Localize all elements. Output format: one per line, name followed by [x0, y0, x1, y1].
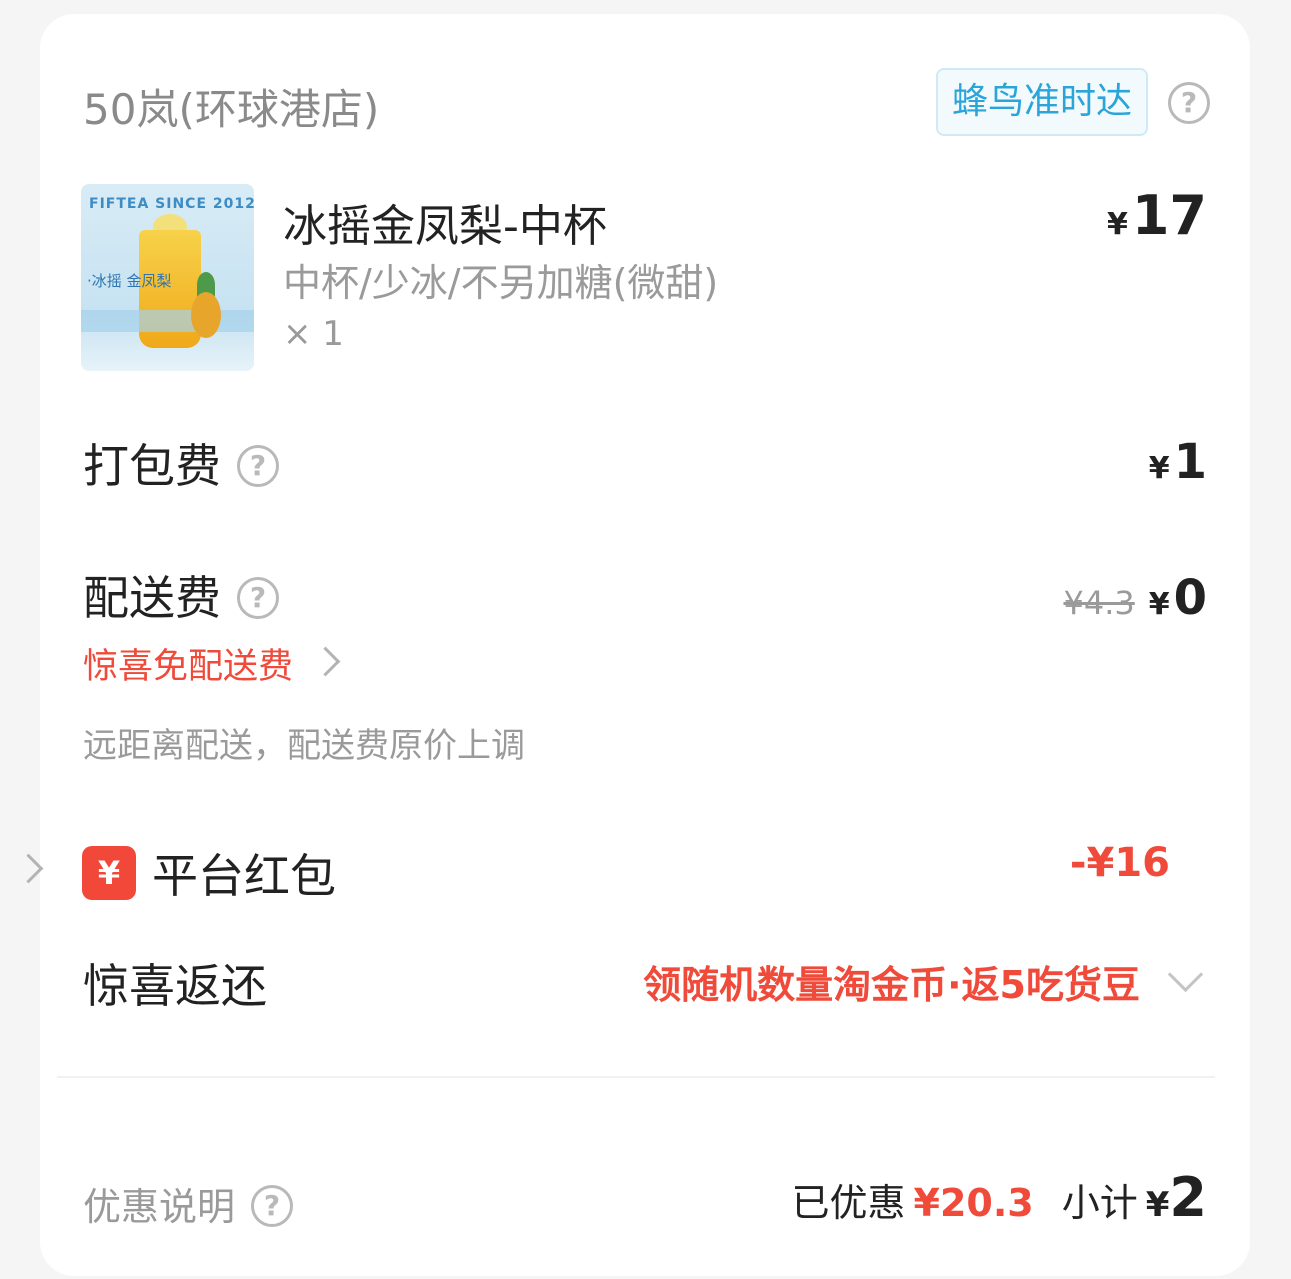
question-circle-icon[interactable]: ?: [1168, 82, 1210, 124]
currency-symbol: ¥: [1148, 451, 1170, 486]
delivery-fee-row: 配送费?: [83, 562, 279, 628]
packing-fee-row: 打包费?: [83, 430, 279, 496]
subtotal-label: 小计: [1061, 1181, 1138, 1225]
discount-explanation-label: 优惠说明: [83, 1185, 236, 1229]
delivery-fee-label: 配送费: [83, 571, 221, 625]
surprise-return-label: 惊喜返还: [83, 959, 267, 1013]
chevron-down-icon[interactable]: [1167, 956, 1204, 993]
delivery-note: 远距离配送，配送费原价上调: [83, 726, 525, 766]
red-packet-value[interactable]: -¥16: [1070, 840, 1170, 886]
product-name[interactable]: 冰摇金凤梨-中杯: [283, 190, 607, 254]
divider: [57, 1076, 1215, 1078]
saved-value: ¥20.3: [913, 1181, 1034, 1225]
product-image[interactable]: FIFTEA SINCE 2012 ·冰摇 金凤梨: [81, 184, 254, 371]
product-image-brand: FIFTEA SINCE 2012: [89, 196, 254, 212]
delivery-original-price: ¥4.3: [1063, 584, 1135, 622]
delivery-fee-price: ¥4.3 ¥0: [1063, 570, 1207, 626]
chevron-right-icon[interactable]: [13, 853, 44, 884]
discount-explanation[interactable]: 优惠说明?: [83, 1176, 294, 1231]
pineapple-icon: [191, 292, 221, 338]
saved-label: 已优惠: [791, 1181, 906, 1225]
surprise-return-value[interactable]: 领随机数量淘金币·返5吃货豆: [643, 954, 1140, 1009]
order-summary-card: 50岚(环球港店) 蜂鸟准时达 ? FIFTEA SINCE 2012 ·冰摇 …: [13, 14, 1250, 1276]
currency-symbol: ¥: [1106, 207, 1128, 242]
order-total: 已优惠 ¥20.3 小计 ¥2: [792, 1166, 1207, 1229]
chevron-right-icon: [310, 646, 341, 677]
delivery-fee-value: 0: [1173, 570, 1207, 626]
packing-fee-price: ¥1: [1149, 434, 1207, 490]
product-price-value: 17: [1131, 184, 1207, 247]
product-spec: 中杯/少冰/不另加糖(微甜): [283, 261, 719, 305]
free-delivery-label: 惊喜免配送费: [83, 647, 294, 687]
store-name[interactable]: 50岚(环球港店): [83, 76, 379, 137]
currency-symbol: ¥: [1148, 587, 1170, 622]
free-delivery-link[interactable]: 惊喜免配送费: [83, 638, 341, 689]
currency-symbol: ¥: [1145, 1185, 1170, 1225]
product-quantity: × 1: [283, 314, 344, 354]
product-price: ¥17: [1107, 184, 1207, 247]
packing-fee-value: 1: [1173, 434, 1207, 490]
red-packet-icon: ¥: [82, 846, 136, 900]
delivery-service-badge: 蜂鸟准时达: [936, 68, 1149, 136]
question-circle-icon[interactable]: ?: [237, 444, 279, 487]
red-packet-label[interactable]: 平台红包: [152, 840, 336, 906]
packing-fee-label: 打包费: [83, 439, 221, 493]
question-circle-icon[interactable]: ?: [237, 576, 279, 619]
product-image-tag: ·冰摇 金凤梨: [87, 272, 172, 290]
subtotal-value: 2: [1169, 1166, 1207, 1229]
question-circle-icon[interactable]: ?: [251, 1184, 294, 1227]
